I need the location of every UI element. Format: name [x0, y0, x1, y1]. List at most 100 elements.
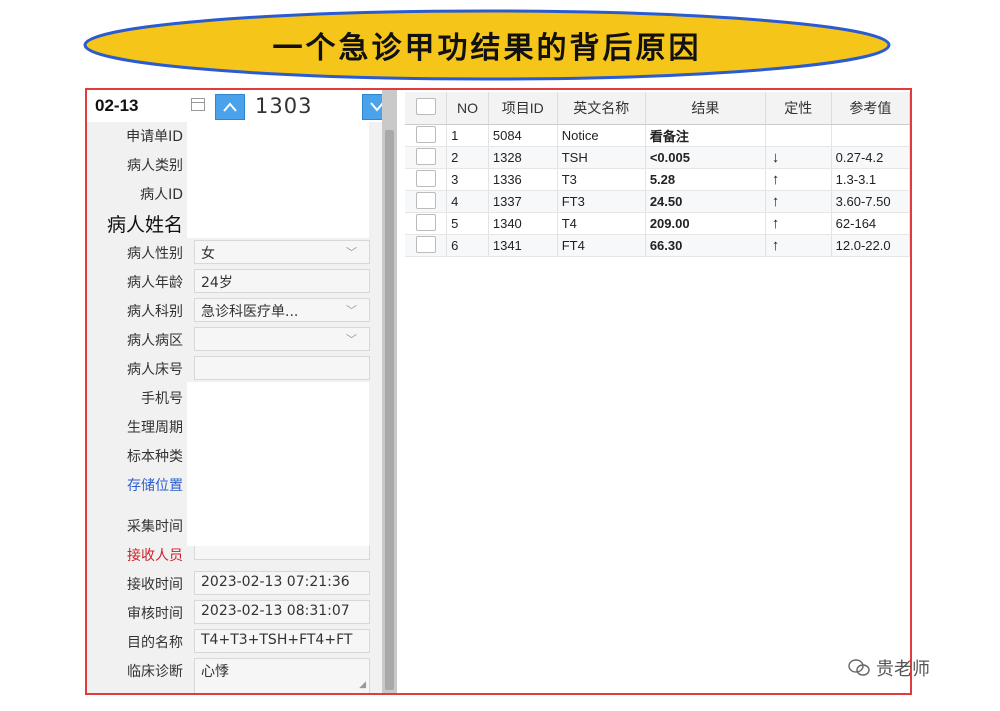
header-select-all[interactable] — [405, 92, 448, 125]
bed-field[interactable] — [194, 356, 370, 380]
patient-name-label: 病人姓名 — [106, 214, 183, 236]
table-row[interactable]: 6 1341 FT4 66.30 ↑ 12.0-22.0 — [405, 234, 910, 257]
chevron-up-icon — [223, 102, 237, 112]
cell-english-name: FT3 — [557, 190, 646, 213]
receive-time-label: 接收时间 — [127, 577, 183, 593]
left-scrollbar[interactable] — [382, 90, 397, 693]
cell-no: 1 — [446, 124, 489, 147]
table-row[interactable]: 4 1337 FT3 24.50 ↑ 3.60-7.50 — [405, 190, 910, 213]
cell-flag — [765, 124, 832, 147]
row-select[interactable] — [405, 190, 448, 213]
dept-label: 病人科别 — [127, 304, 183, 320]
table-header-row: NO 项目ID 英文名称 结果 定性 参考值 — [405, 92, 910, 125]
table-row[interactable]: 1 5084 Notice 看备注 — [405, 124, 910, 147]
patient-info-panel: 02-13 1303 申请单ID 病人类别 病人ID 病人姓名 病人性别 女 ﹀ — [87, 90, 397, 693]
sample-type-label: 标本种类 — [127, 449, 183, 465]
masked-area-top — [187, 122, 369, 238]
chevron-down-icon: ﹀ — [346, 246, 357, 259]
cell-reference: 1.3-3.1 — [831, 168, 910, 191]
checkbox[interactable] — [415, 169, 436, 187]
header-no[interactable]: NO — [446, 92, 489, 125]
date-field[interactable]: 02-13 — [95, 96, 138, 116]
collect-time-label: 采集时间 — [127, 519, 183, 535]
watermark: 贵老师 — [848, 655, 930, 681]
application-id-label: 申请单ID — [126, 129, 183, 145]
table-row[interactable]: 3 1336 T3 5.28 ↑ 1.3-3.1 — [405, 168, 910, 191]
cell-english-name: T4 — [557, 212, 646, 235]
watermark-text: 贵老师 — [876, 659, 930, 680]
ward-select[interactable]: ﹀ — [194, 327, 370, 351]
cell-no: 5 — [446, 212, 489, 235]
cell-english-name: FT4 — [557, 234, 646, 257]
cell-english-name: Notice — [557, 124, 646, 147]
cell-reference: 62-164 — [831, 212, 910, 235]
diagnosis-field[interactable]: 心悸 ◢ — [194, 658, 370, 693]
chevron-down-icon: ﹀ — [346, 304, 357, 317]
age-field[interactable]: 24岁 — [194, 269, 370, 293]
sequence-number[interactable]: 1303 — [255, 94, 312, 118]
cell-item-id: 1336 — [488, 168, 558, 191]
purpose-label: 目的名称 — [127, 635, 183, 651]
review-time-field[interactable]: 2023-02-13 08:31:07 — [194, 600, 370, 624]
age-label: 病人年龄 — [127, 275, 183, 291]
row-select[interactable] — [405, 168, 448, 191]
cell-result: <0.005 — [645, 146, 766, 169]
cycle-label: 生理周期 — [127, 420, 183, 436]
resize-handle-icon[interactable]: ◢ — [359, 680, 366, 690]
checkbox[interactable] — [415, 98, 436, 115]
ward-label: 病人病区 — [127, 333, 183, 349]
scrollbar-thumb[interactable] — [385, 130, 394, 690]
cell-flag: ↓ — [765, 146, 832, 169]
header-reference[interactable]: 参考值 — [831, 92, 910, 125]
checkbox[interactable] — [415, 235, 436, 253]
row-select[interactable] — [405, 234, 448, 257]
wechat-icon — [848, 659, 870, 676]
header-result[interactable]: 结果 — [645, 92, 766, 125]
header-item-id[interactable]: 项目ID — [488, 92, 558, 125]
row-select[interactable] — [405, 146, 448, 169]
dept-value: 急诊科医疗单... — [201, 304, 299, 320]
cell-reference: 3.60-7.50 — [831, 190, 910, 213]
cell-result: 看备注 — [645, 124, 766, 147]
cell-no: 3 — [446, 168, 489, 191]
banner-title: 一个急诊甲功结果的背后原因 — [272, 31, 702, 66]
cell-result: 209.00 — [645, 212, 766, 235]
receive-time-field[interactable]: 2023-02-13 07:21:36 — [194, 571, 370, 595]
cell-item-id: 1337 — [488, 190, 558, 213]
cell-flag: ↑ — [765, 168, 832, 191]
gender-label: 病人性别 — [127, 246, 183, 262]
diagnosis-label: 临床诊断 — [127, 664, 183, 680]
patient-id-label: 病人ID — [140, 187, 183, 203]
receiver-label: 接收人员 — [127, 548, 183, 564]
results-panel: NO 项目ID 英文名称 结果 定性 参考值 1 5084 Notice 看备注 2 13… — [405, 90, 910, 693]
header-english-name[interactable]: 英文名称 — [557, 92, 646, 125]
checkbox[interactable] — [415, 125, 436, 143]
gender-select[interactable]: 女 ﹀ — [194, 240, 370, 264]
storage-location-label[interactable]: 存储位置 — [87, 475, 183, 495]
cell-english-name: TSH — [557, 146, 646, 169]
checkbox[interactable] — [415, 191, 436, 209]
cell-reference: 0.27-4.2 — [831, 146, 910, 169]
table-row[interactable]: 2 1328 TSH <0.005 ↓ 0.27-4.2 — [405, 146, 910, 169]
checkbox[interactable] — [415, 213, 436, 231]
cell-english-name: T3 — [557, 168, 646, 191]
cell-item-id: 5084 — [488, 124, 558, 147]
purpose-field[interactable]: T4+T3+TSH+FT4+FT — [194, 629, 370, 653]
prev-button[interactable] — [215, 94, 245, 120]
table-row[interactable]: 5 1340 T4 209.00 ↑ 62-164 — [405, 212, 910, 235]
cell-flag: ↑ — [765, 212, 832, 235]
row-select[interactable] — [405, 124, 448, 147]
header-qualitative[interactable]: 定性 — [765, 92, 832, 125]
receiver-field[interactable] — [194, 546, 370, 560]
diagnosis-value: 心悸 — [201, 664, 229, 680]
cell-flag: ↑ — [765, 190, 832, 213]
dept-select[interactable]: 急诊科医疗单... ﹀ — [194, 298, 370, 322]
calendar-icon[interactable] — [191, 98, 205, 111]
checkbox[interactable] — [415, 147, 436, 165]
cell-item-id: 1340 — [488, 212, 558, 235]
row-select[interactable] — [405, 212, 448, 235]
chevron-down-icon: ﹀ — [346, 333, 357, 346]
toolbar: 02-13 1303 — [87, 90, 397, 122]
masked-area-middle — [187, 382, 369, 546]
cell-result: 66.30 — [645, 234, 766, 257]
